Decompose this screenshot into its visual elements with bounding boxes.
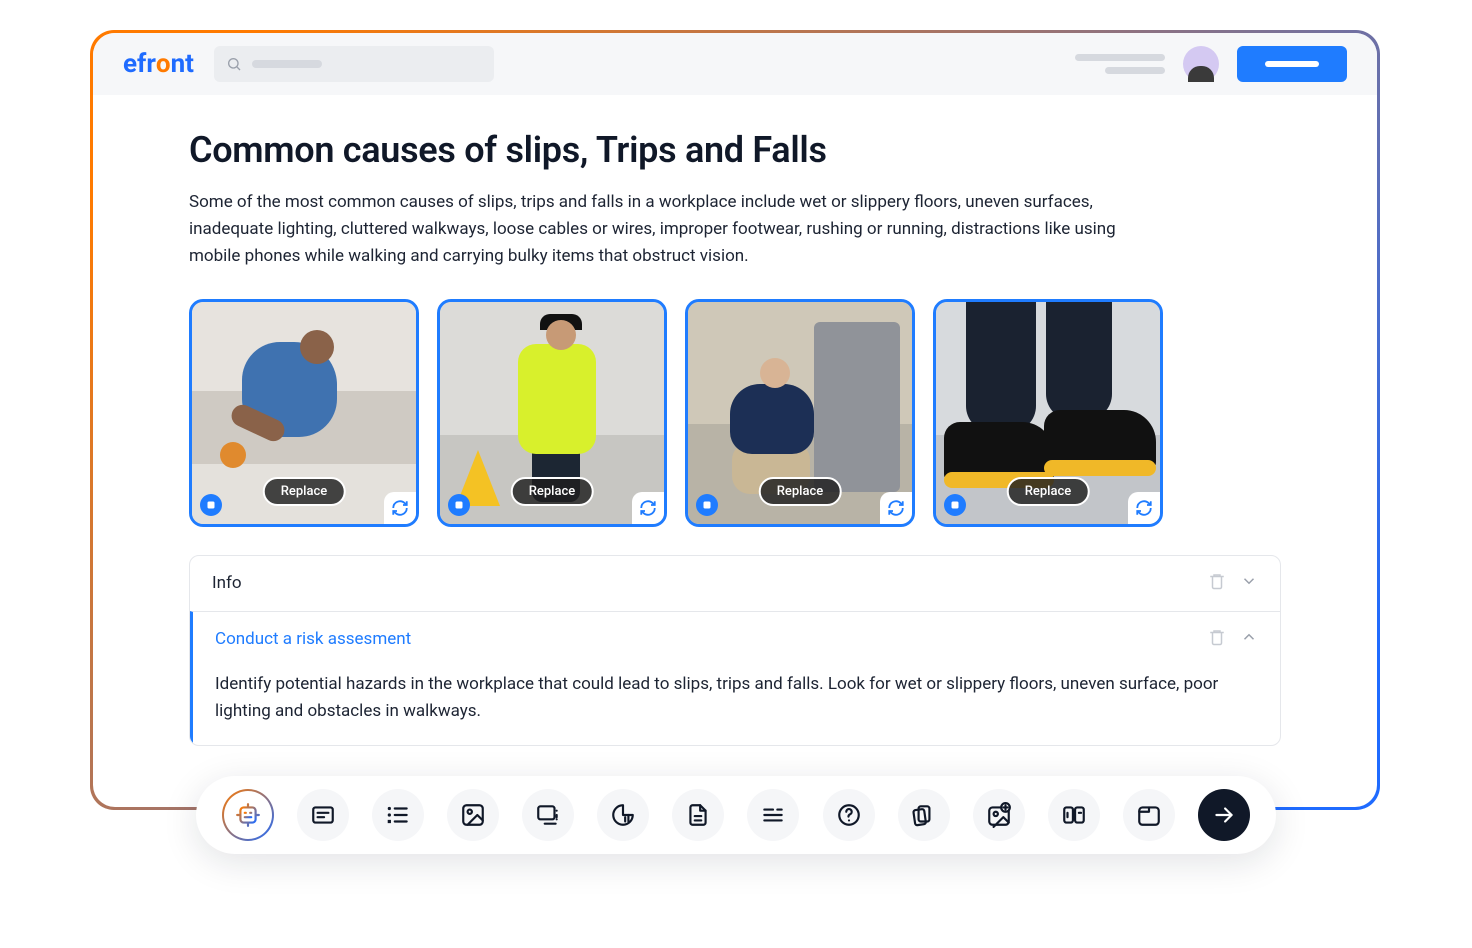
page-intro: Some of the most common causes of slips,… bbox=[189, 189, 1149, 271]
accordion: Info Conduct a risk assesment Identify p… bbox=[189, 555, 1281, 746]
image-card-4[interactable]: Replace bbox=[933, 299, 1163, 527]
regenerate-button[interactable] bbox=[880, 492, 912, 524]
accordion-body: Identify potential hazards in the workpl… bbox=[193, 667, 1280, 745]
replace-button[interactable]: Replace bbox=[263, 477, 346, 506]
ai-badge-icon bbox=[448, 494, 470, 516]
search-placeholder bbox=[252, 60, 322, 68]
replace-button[interactable]: Replace bbox=[1007, 477, 1090, 506]
accordion-item-risk: Conduct a risk assesment Identify potent… bbox=[190, 611, 1280, 745]
tool-chart-button[interactable] bbox=[597, 789, 649, 841]
accordion-title: Info bbox=[212, 573, 1194, 593]
tool-add-image-button[interactable] bbox=[973, 789, 1025, 841]
chevron-up-icon bbox=[1240, 628, 1258, 651]
accordion-item-info: Info bbox=[190, 556, 1280, 611]
topbar: efront bbox=[93, 33, 1377, 95]
tool-ai-button[interactable] bbox=[222, 789, 274, 841]
image-cards: Replace Replace Replace bbox=[189, 299, 1281, 527]
accordion-header[interactable]: Conduct a risk assesment bbox=[193, 612, 1280, 667]
window-inner: efront Common causes of slips, Trips and… bbox=[93, 33, 1377, 807]
accordion-title: Conduct a risk assesment bbox=[215, 629, 1194, 649]
user-name-placeholder bbox=[1075, 54, 1165, 74]
avatar[interactable] bbox=[1183, 46, 1219, 82]
tool-columns-button[interactable] bbox=[1048, 789, 1100, 841]
ai-badge-icon bbox=[944, 494, 966, 516]
tool-image-button[interactable] bbox=[447, 789, 499, 841]
ai-badge-icon bbox=[696, 494, 718, 516]
tool-text-button[interactable] bbox=[297, 789, 349, 841]
replace-button[interactable]: Replace bbox=[511, 477, 594, 506]
logo-text-o: o bbox=[156, 49, 171, 79]
user-area bbox=[1075, 46, 1347, 82]
bottom-toolbar bbox=[196, 776, 1276, 854]
logo-text-a: efr bbox=[123, 49, 156, 79]
content: Common causes of slips, Trips and Falls … bbox=[93, 95, 1377, 746]
image-card-1[interactable]: Replace bbox=[189, 299, 419, 527]
tool-cards-button[interactable] bbox=[898, 789, 950, 841]
chevron-down-icon bbox=[1240, 572, 1258, 595]
regenerate-button[interactable] bbox=[1128, 492, 1160, 524]
app-window: efront Common causes of slips, Trips and… bbox=[90, 30, 1380, 810]
accordion-header[interactable]: Info bbox=[190, 556, 1280, 611]
page-title: Common causes of slips, Trips and Falls bbox=[189, 129, 1281, 171]
delete-icon[interactable] bbox=[1208, 628, 1226, 651]
image-card-3[interactable]: Replace bbox=[685, 299, 915, 527]
tool-tab-button[interactable] bbox=[1123, 789, 1175, 841]
ai-badge-icon bbox=[200, 494, 222, 516]
tool-media-button[interactable] bbox=[522, 789, 574, 841]
search-icon bbox=[226, 56, 242, 72]
tool-submit-button[interactable] bbox=[1198, 789, 1250, 841]
delete-icon[interactable] bbox=[1208, 572, 1226, 595]
primary-action-button[interactable] bbox=[1237, 46, 1347, 82]
tool-document-button[interactable] bbox=[672, 789, 724, 841]
image-card-2[interactable]: Replace bbox=[437, 299, 667, 527]
tool-help-button[interactable] bbox=[823, 789, 875, 841]
logo: efront bbox=[123, 49, 194, 79]
tool-list-button[interactable] bbox=[372, 789, 424, 841]
replace-button[interactable]: Replace bbox=[759, 477, 842, 506]
search-input[interactable] bbox=[214, 46, 494, 82]
regenerate-button[interactable] bbox=[384, 492, 416, 524]
logo-text-b: nt bbox=[171, 49, 194, 79]
regenerate-button[interactable] bbox=[632, 492, 664, 524]
tool-sections-button[interactable] bbox=[747, 789, 799, 841]
